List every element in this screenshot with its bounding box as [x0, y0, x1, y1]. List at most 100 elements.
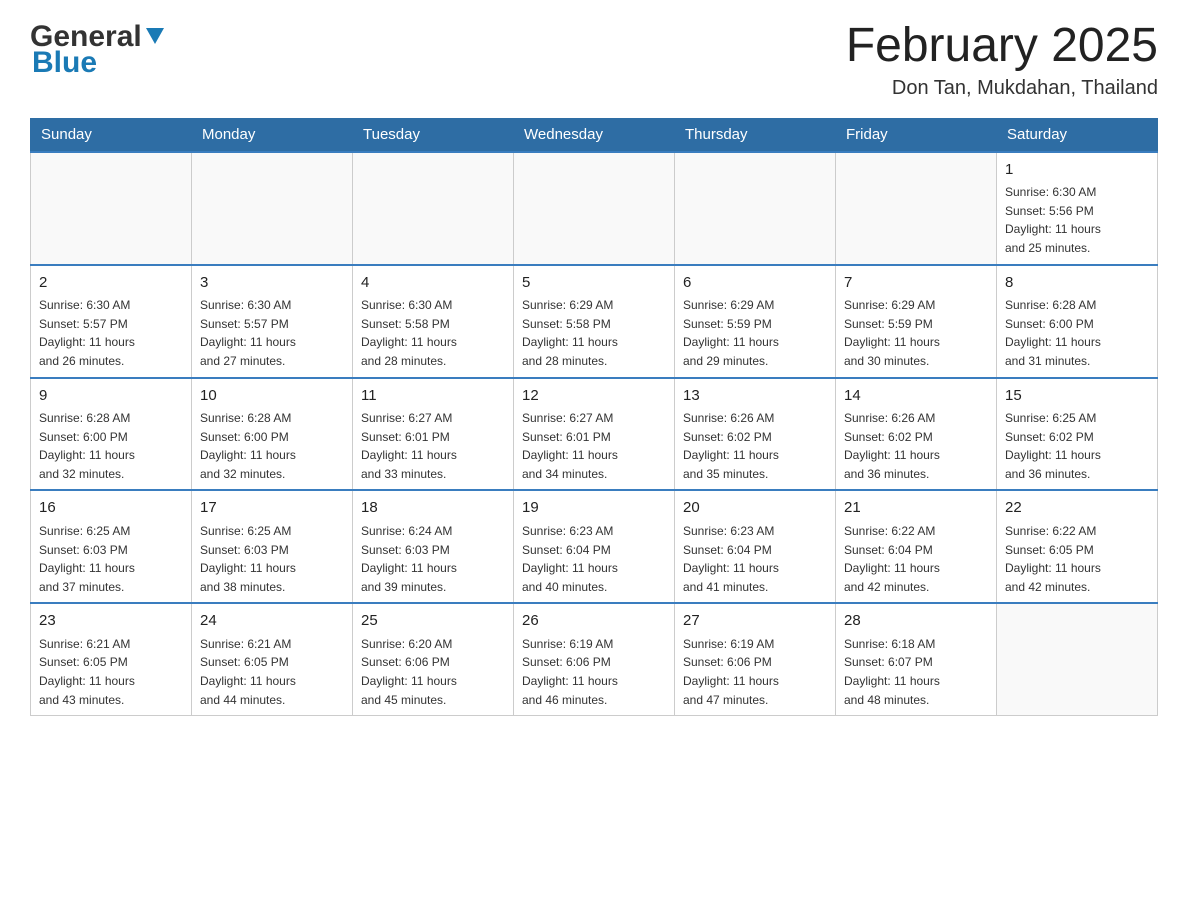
day-number: 20: [683, 497, 827, 520]
calendar-cell: 15Sunrise: 6:25 AM Sunset: 6:02 PM Dayli…: [997, 378, 1158, 491]
calendar-day-header: Wednesday: [514, 118, 675, 152]
day-info: Sunrise: 6:25 AM Sunset: 6:02 PM Dayligh…: [1005, 409, 1149, 483]
calendar-cell: 22Sunrise: 6:22 AM Sunset: 6:05 PM Dayli…: [997, 490, 1158, 603]
day-info: Sunrise: 6:28 AM Sunset: 6:00 PM Dayligh…: [200, 409, 344, 483]
calendar-cell: 18Sunrise: 6:24 AM Sunset: 6:03 PM Dayli…: [353, 490, 514, 603]
day-number: 24: [200, 610, 344, 633]
calendar-cell: [836, 152, 997, 265]
day-number: 15: [1005, 385, 1149, 408]
day-number: 22: [1005, 497, 1149, 520]
day-number: 21: [844, 497, 988, 520]
day-info: Sunrise: 6:19 AM Sunset: 6:06 PM Dayligh…: [683, 635, 827, 709]
calendar-cell: 16Sunrise: 6:25 AM Sunset: 6:03 PM Dayli…: [31, 490, 192, 603]
calendar-cell: 12Sunrise: 6:27 AM Sunset: 6:01 PM Dayli…: [514, 378, 675, 491]
calendar-cell: 17Sunrise: 6:25 AM Sunset: 6:03 PM Dayli…: [192, 490, 353, 603]
day-info: Sunrise: 6:30 AM Sunset: 5:57 PM Dayligh…: [200, 296, 344, 370]
calendar-cell: 4Sunrise: 6:30 AM Sunset: 5:58 PM Daylig…: [353, 265, 514, 378]
day-number: 7: [844, 272, 988, 295]
calendar-cell: [514, 152, 675, 265]
day-number: 17: [200, 497, 344, 520]
day-number: 19: [522, 497, 666, 520]
calendar-cell: [997, 603, 1158, 715]
calendar-day-header: Sunday: [31, 118, 192, 152]
day-info: Sunrise: 6:28 AM Sunset: 6:00 PM Dayligh…: [1005, 296, 1149, 370]
calendar-day-header: Friday: [836, 118, 997, 152]
day-info: Sunrise: 6:26 AM Sunset: 6:02 PM Dayligh…: [844, 409, 988, 483]
day-info: Sunrise: 6:26 AM Sunset: 6:02 PM Dayligh…: [683, 409, 827, 483]
logo-blue-text: Blue: [32, 46, 97, 80]
calendar-cell: [353, 152, 514, 265]
calendar-cell: 8Sunrise: 6:28 AM Sunset: 6:00 PM Daylig…: [997, 265, 1158, 378]
calendar-cell: [192, 152, 353, 265]
day-info: Sunrise: 6:30 AM Sunset: 5:57 PM Dayligh…: [39, 296, 183, 370]
day-info: Sunrise: 6:29 AM Sunset: 5:59 PM Dayligh…: [844, 296, 988, 370]
day-info: Sunrise: 6:22 AM Sunset: 6:04 PM Dayligh…: [844, 522, 988, 596]
calendar-cell: 14Sunrise: 6:26 AM Sunset: 6:02 PM Dayli…: [836, 378, 997, 491]
day-number: 13: [683, 385, 827, 408]
day-number: 6: [683, 272, 827, 295]
day-number: 16: [39, 497, 183, 520]
calendar-cell: 25Sunrise: 6:20 AM Sunset: 6:06 PM Dayli…: [353, 603, 514, 715]
day-number: 18: [361, 497, 505, 520]
calendar-week-row: 16Sunrise: 6:25 AM Sunset: 6:03 PM Dayli…: [31, 490, 1158, 603]
day-number: 12: [522, 385, 666, 408]
day-info: Sunrise: 6:19 AM Sunset: 6:06 PM Dayligh…: [522, 635, 666, 709]
logo-area: General Blue: [30, 20, 166, 80]
calendar-cell: 19Sunrise: 6:23 AM Sunset: 6:04 PM Dayli…: [514, 490, 675, 603]
page-header: General Blue February 2025 Don Tan, Mukd…: [30, 20, 1158, 100]
logo-triangle-icon: [144, 24, 166, 46]
calendar-cell: [675, 152, 836, 265]
day-info: Sunrise: 6:23 AM Sunset: 6:04 PM Dayligh…: [522, 522, 666, 596]
calendar-cell: 26Sunrise: 6:19 AM Sunset: 6:06 PM Dayli…: [514, 603, 675, 715]
day-number: 26: [522, 610, 666, 633]
calendar-cell: 24Sunrise: 6:21 AM Sunset: 6:05 PM Dayli…: [192, 603, 353, 715]
day-number: 3: [200, 272, 344, 295]
day-number: 14: [844, 385, 988, 408]
calendar-cell: 27Sunrise: 6:19 AM Sunset: 6:06 PM Dayli…: [675, 603, 836, 715]
calendar-cell: 6Sunrise: 6:29 AM Sunset: 5:59 PM Daylig…: [675, 265, 836, 378]
day-info: Sunrise: 6:23 AM Sunset: 6:04 PM Dayligh…: [683, 522, 827, 596]
day-info: Sunrise: 6:29 AM Sunset: 5:58 PM Dayligh…: [522, 296, 666, 370]
calendar-day-header: Saturday: [997, 118, 1158, 152]
calendar-day-header: Thursday: [675, 118, 836, 152]
day-number: 23: [39, 610, 183, 633]
calendar-cell: 11Sunrise: 6:27 AM Sunset: 6:01 PM Dayli…: [353, 378, 514, 491]
day-info: Sunrise: 6:27 AM Sunset: 6:01 PM Dayligh…: [522, 409, 666, 483]
day-info: Sunrise: 6:30 AM Sunset: 5:56 PM Dayligh…: [1005, 183, 1149, 257]
day-number: 28: [844, 610, 988, 633]
day-number: 11: [361, 385, 505, 408]
day-number: 9: [39, 385, 183, 408]
day-info: Sunrise: 6:22 AM Sunset: 6:05 PM Dayligh…: [1005, 522, 1149, 596]
day-number: 10: [200, 385, 344, 408]
day-info: Sunrise: 6:21 AM Sunset: 6:05 PM Dayligh…: [39, 635, 183, 709]
calendar-week-row: 2Sunrise: 6:30 AM Sunset: 5:57 PM Daylig…: [31, 265, 1158, 378]
day-info: Sunrise: 6:21 AM Sunset: 6:05 PM Dayligh…: [200, 635, 344, 709]
calendar-cell: 9Sunrise: 6:28 AM Sunset: 6:00 PM Daylig…: [31, 378, 192, 491]
day-number: 8: [1005, 272, 1149, 295]
day-info: Sunrise: 6:27 AM Sunset: 6:01 PM Dayligh…: [361, 409, 505, 483]
calendar-cell: 5Sunrise: 6:29 AM Sunset: 5:58 PM Daylig…: [514, 265, 675, 378]
day-info: Sunrise: 6:20 AM Sunset: 6:06 PM Dayligh…: [361, 635, 505, 709]
day-number: 27: [683, 610, 827, 633]
day-info: Sunrise: 6:24 AM Sunset: 6:03 PM Dayligh…: [361, 522, 505, 596]
day-info: Sunrise: 6:25 AM Sunset: 6:03 PM Dayligh…: [200, 522, 344, 596]
calendar-day-header: Monday: [192, 118, 353, 152]
calendar-day-header: Tuesday: [353, 118, 514, 152]
day-info: Sunrise: 6:28 AM Sunset: 6:00 PM Dayligh…: [39, 409, 183, 483]
calendar-cell: 20Sunrise: 6:23 AM Sunset: 6:04 PM Dayli…: [675, 490, 836, 603]
calendar-header-row: SundayMondayTuesdayWednesdayThursdayFrid…: [31, 118, 1158, 152]
calendar-table: SundayMondayTuesdayWednesdayThursdayFrid…: [30, 118, 1158, 716]
day-info: Sunrise: 6:29 AM Sunset: 5:59 PM Dayligh…: [683, 296, 827, 370]
location-title: Don Tan, Mukdahan, Thailand: [846, 77, 1158, 100]
calendar-cell: 13Sunrise: 6:26 AM Sunset: 6:02 PM Dayli…: [675, 378, 836, 491]
calendar-week-row: 23Sunrise: 6:21 AM Sunset: 6:05 PM Dayli…: [31, 603, 1158, 715]
calendar-cell: 7Sunrise: 6:29 AM Sunset: 5:59 PM Daylig…: [836, 265, 997, 378]
day-number: 25: [361, 610, 505, 633]
calendar-cell: 28Sunrise: 6:18 AM Sunset: 6:07 PM Dayli…: [836, 603, 997, 715]
calendar-cell: 2Sunrise: 6:30 AM Sunset: 5:57 PM Daylig…: [31, 265, 192, 378]
calendar-cell: [31, 152, 192, 265]
calendar-cell: 10Sunrise: 6:28 AM Sunset: 6:00 PM Dayli…: [192, 378, 353, 491]
day-info: Sunrise: 6:30 AM Sunset: 5:58 PM Dayligh…: [361, 296, 505, 370]
day-info: Sunrise: 6:25 AM Sunset: 6:03 PM Dayligh…: [39, 522, 183, 596]
title-area: February 2025 Don Tan, Mukdahan, Thailan…: [846, 20, 1158, 100]
